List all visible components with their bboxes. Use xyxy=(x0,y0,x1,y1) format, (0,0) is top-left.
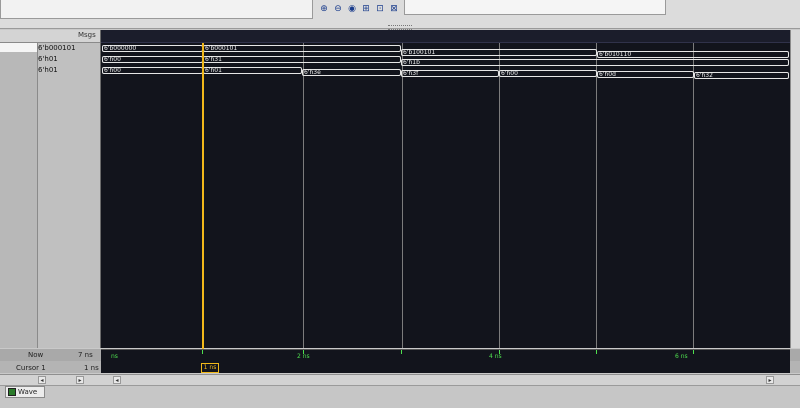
wave-segment-label: 6'h3e xyxy=(304,69,321,76)
cursor-label: Cursor 1 xyxy=(16,364,46,372)
wave-segment-label: 6'h32 xyxy=(696,72,713,79)
wave-window-icon xyxy=(8,388,16,396)
timeline-tick-label: 2 ns xyxy=(297,353,310,360)
wave-segment xyxy=(203,56,401,63)
scroll-right-icon[interactable]: ▸ xyxy=(766,376,774,384)
timeline-tick-label: 6 ns xyxy=(675,353,688,360)
grid-line xyxy=(303,30,304,348)
msgs-column-header: Msgs xyxy=(78,31,96,39)
timeline-tick xyxy=(596,350,597,354)
signal-value: 6'h01 xyxy=(38,66,58,74)
scroll-left-icon[interactable]: ◂ xyxy=(38,376,46,384)
signal-values-pane[interactable] xyxy=(38,30,102,348)
toolbar-left-field xyxy=(0,0,313,19)
now-label: Now xyxy=(28,351,44,359)
wave-segment-label: 6'h1b xyxy=(403,59,420,66)
now-value: 7 ns xyxy=(78,351,93,359)
tab-wave[interactable]: Wave xyxy=(5,386,45,398)
waveform-header xyxy=(101,30,790,43)
zoom-last-icon[interactable]: ⊡ xyxy=(374,3,386,16)
zoom-cursor-icon[interactable]: ⊞ xyxy=(360,3,372,16)
wave-segment-label: 6'h00 xyxy=(104,56,121,63)
wave-segment-label: 6'h3f xyxy=(403,70,419,77)
timeline-tick xyxy=(693,350,694,354)
signal-value: 6'h01 xyxy=(38,55,58,63)
zoom-in-icon[interactable]: ⊕ xyxy=(318,3,330,16)
waveform-canvas[interactable]: 6'b000000 6'b000101 6'b100101 6'b010110 … xyxy=(101,30,790,370)
zoom-full-icon[interactable]: ◉ xyxy=(346,3,358,16)
wave-segment-label: 6'h00 xyxy=(104,67,121,74)
grid-line xyxy=(499,30,500,348)
grid-line xyxy=(596,30,597,348)
signal-names-pane[interactable] xyxy=(0,30,38,348)
signal-value: 6'b000101 xyxy=(38,44,76,52)
wave-segment-label: 6'h00 xyxy=(501,70,518,77)
zoom-out-icon[interactable]: ⊖ xyxy=(332,3,344,16)
zoom-region-icon[interactable]: ⊠ xyxy=(388,3,400,16)
tab-wave-label: Wave xyxy=(18,388,38,396)
scroll-right-icon[interactable]: ▸ xyxy=(76,376,84,384)
cursor-value: 1 ns xyxy=(84,364,99,372)
selected-signal-row[interactable] xyxy=(0,43,37,52)
wave-segment xyxy=(401,59,789,66)
timeline-tick xyxy=(202,350,203,354)
vertical-scrollbar[interactable] xyxy=(790,30,800,348)
grid-line xyxy=(402,30,403,348)
tab-bar xyxy=(0,385,800,408)
toolbar-right-field xyxy=(404,0,666,15)
wave-segment-label: 6'b000000 xyxy=(104,45,137,52)
horizontal-scrollbar[interactable]: ◂ ▸ ◂ ▸ xyxy=(0,374,800,385)
timeline-tick xyxy=(401,350,402,354)
timeline-tick-label: 4 ns xyxy=(489,353,502,360)
wave-segment-label: 6'h01 xyxy=(205,67,222,74)
wave-segment-label: 6'b100101 xyxy=(403,49,436,56)
cursor-time-marker[interactable]: 1 ns xyxy=(201,363,219,373)
timeline-tick-label: ns xyxy=(111,353,118,360)
wave-segment-label: 6'b010110 xyxy=(599,51,632,58)
cursor-line[interactable] xyxy=(202,30,204,370)
scroll-left-icon[interactable]: ◂ xyxy=(113,376,121,384)
wave-segment-label: 6'h0d xyxy=(599,71,616,78)
wave-segment-label: 6'b000101 xyxy=(205,45,238,52)
toolbar: ⊕ ⊖ ◉ ⊞ ⊡ ⊠ xyxy=(0,0,800,30)
zoom-toolbar: ⊕ ⊖ ◉ ⊞ ⊡ ⊠ xyxy=(318,0,400,18)
wave-segment-label: 6'h31 xyxy=(205,56,222,63)
